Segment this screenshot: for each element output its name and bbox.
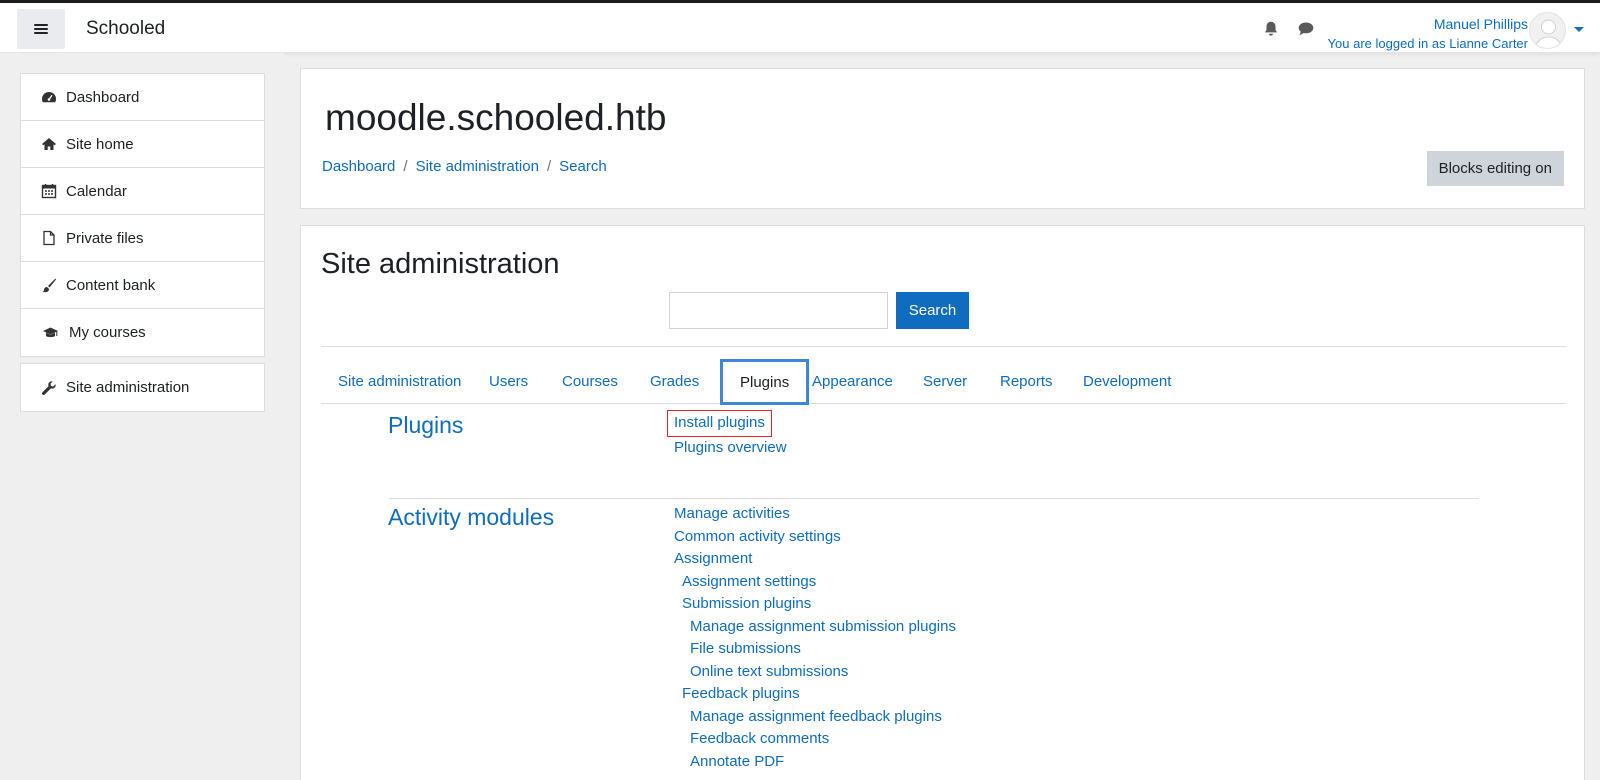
page-title: Site administration (321, 248, 560, 280)
section-divider (389, 498, 1479, 499)
sidebar-item-calendar[interactable]: Calendar (21, 168, 264, 215)
divider (321, 346, 1566, 347)
search-button[interactable]: Search (896, 292, 969, 329)
sidebar-item-label: Calendar (66, 182, 127, 200)
breadcrumb: Dashboard / Site administration / Search (322, 158, 607, 175)
avatar[interactable] (1529, 12, 1566, 49)
sidebar-item-label: Private files (66, 229, 144, 247)
link-online-text-submissions[interactable]: Online text submissions (674, 661, 956, 684)
graduation-cap-icon (43, 327, 58, 337)
plugins-links: Install plugins Plugins overview (667, 410, 787, 460)
admin-nav-list: Site administration (20, 363, 265, 412)
link-assignment[interactable]: Assignment (674, 548, 956, 571)
site-title: moodle.schooled.htb (325, 97, 667, 138)
wrench-icon (42, 380, 56, 395)
breadcrumb-site-administration[interactable]: Site administration (416, 158, 539, 175)
main-content: Site administration Search Site administ… (300, 225, 1585, 780)
link-install-plugins[interactable]: Install plugins (667, 410, 787, 437)
breadcrumb-separator: / (546, 158, 552, 175)
sidebar-item-site-home[interactable]: Site home (21, 121, 264, 168)
user-avatar-icon (1534, 19, 1563, 48)
sidebar-item-label: My courses (69, 324, 146, 341)
calendar-icon (41, 184, 57, 199)
sidebar-item-private-files[interactable]: Private files (21, 215, 264, 262)
site-brand[interactable]: Schooled (86, 18, 165, 40)
tab-courses[interactable]: Courses (545, 359, 635, 404)
page-header: moodle.schooled.htb Dashboard / Site admin… (300, 68, 1585, 209)
bell-icon[interactable] (1262, 20, 1280, 38)
admin-search-input[interactable] (669, 292, 888, 329)
nav-drawer: Dashboard Site home Calendar Private fil… (0, 53, 284, 780)
link-common-activity-settings[interactable]: Common activity settings (674, 526, 956, 549)
highlight-box[interactable]: Install plugins (667, 410, 772, 437)
link-annotate-pdf[interactable]: Annotate PDF (674, 751, 956, 774)
sidebar-item-label: Dashboard (66, 88, 140, 106)
tab-appearance[interactable]: Appearance (795, 359, 910, 404)
tab-development[interactable]: Development (1066, 359, 1188, 404)
link-manage-assignment-feedback-plugins[interactable]: Manage assignment feedback plugins (674, 706, 956, 729)
brush-icon (42, 278, 56, 293)
link-manage-assignment-submission-plugins[interactable]: Manage assignment submission plugins (674, 616, 956, 639)
link-submission-plugins[interactable]: Submission plugins (674, 593, 956, 616)
caret-down-icon[interactable] (1574, 27, 1584, 32)
section-title-plugins[interactable]: Plugins (388, 412, 463, 439)
dashboard-icon (42, 92, 56, 103)
breadcrumb-separator: / (403, 158, 408, 175)
breadcrumb-dashboard[interactable]: Dashboard (322, 158, 395, 175)
link-assignment-settings[interactable]: Assignment settings (674, 571, 956, 594)
primary-nav-list: Dashboard Site home Calendar Private fil… (20, 73, 265, 357)
tab-users[interactable]: Users (472, 359, 545, 404)
tab-reports[interactable]: Reports (983, 359, 1070, 404)
file-icon (43, 230, 55, 246)
chat-icon[interactable] (1297, 20, 1315, 38)
link-plugins-overview[interactable]: Plugins overview (674, 437, 787, 460)
link-feedback-comments[interactable]: Feedback comments (674, 728, 956, 751)
activity-modules-links: Manage activities Common activity settin… (674, 503, 956, 773)
link-feedback-plugins[interactable]: Feedback plugins (674, 683, 956, 706)
sidebar-item-dashboard[interactable]: Dashboard (21, 74, 264, 121)
sidebar-item-label: Content bank (66, 276, 156, 294)
sidebar-item-content-bank[interactable]: Content bank (21, 262, 264, 309)
tab-site-administration[interactable]: Site administration (321, 359, 478, 404)
tab-server[interactable]: Server (906, 359, 984, 404)
link-file-submissions[interactable]: File submissions (674, 638, 956, 661)
top-navbar: Schooled Manuel Phillips You are logged … (0, 3, 1600, 53)
home-icon (42, 138, 56, 150)
breadcrumb-search[interactable]: Search (559, 158, 607, 175)
menu-icon (34, 23, 48, 35)
logged-in-as-text[interactable]: You are logged in as Lianne Carter (1328, 34, 1528, 54)
section-title-activity-modules[interactable]: Activity modules (388, 504, 554, 531)
tab-grades[interactable]: Grades (633, 359, 716, 404)
link-manage-activities[interactable]: Manage activities (674, 503, 956, 526)
sidebar-item-label: Site administration (66, 379, 190, 396)
user-name[interactable]: Manuel Phillips (1328, 14, 1528, 34)
sidebar-item-label: Site home (66, 135, 134, 153)
drawer-toggle-button[interactable] (17, 9, 65, 49)
blocks-editing-button[interactable]: Blocks editing on (1426, 151, 1564, 186)
sidebar-item-my-courses[interactable]: My courses (21, 309, 264, 356)
sidebar-item-site-administration[interactable]: Site administration (21, 364, 264, 411)
admin-tabs: Site administration Users Courses Grades… (321, 359, 1566, 405)
user-menu[interactable]: Manuel Phillips You are logged in as Lia… (1328, 14, 1528, 54)
